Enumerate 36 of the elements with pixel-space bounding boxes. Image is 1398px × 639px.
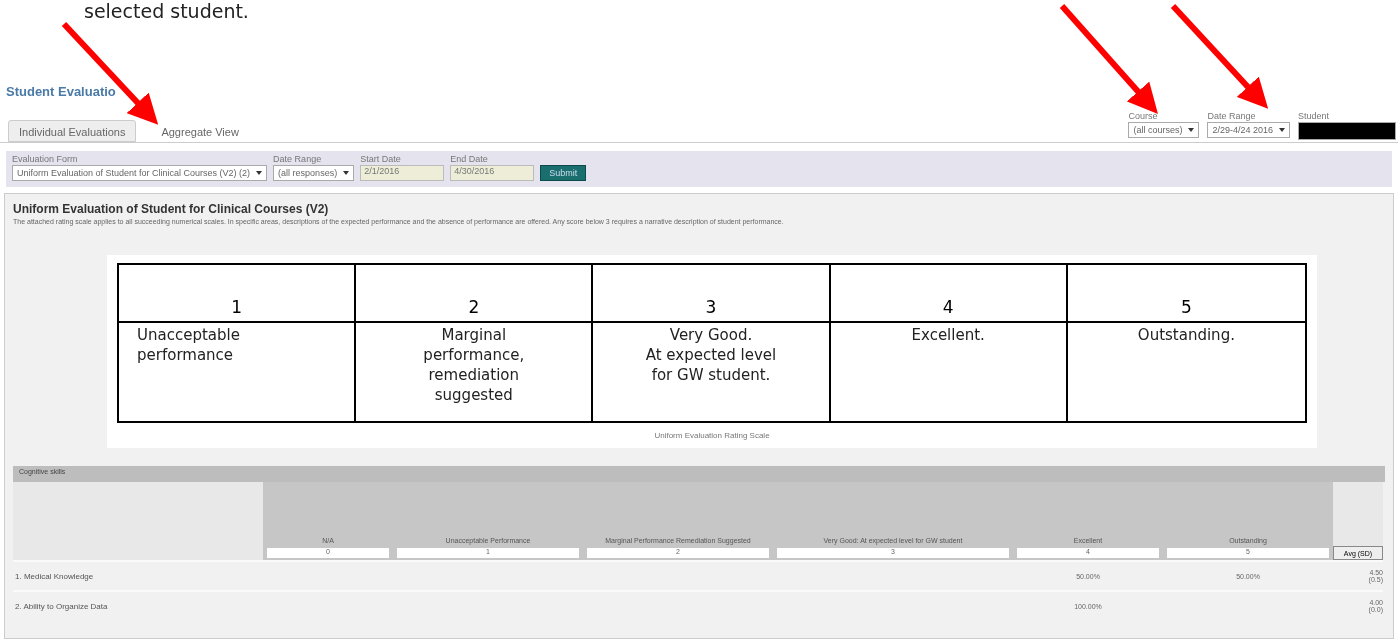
- caret-icon: [256, 171, 263, 175]
- caret-icon: [343, 171, 350, 175]
- dropdown[interactable]: (all courses): [1128, 122, 1200, 138]
- score-description: Unacceptable performance: [136, 325, 241, 366]
- caret-icon: [1279, 128, 1285, 132]
- score-number: 1: [119, 265, 355, 323]
- dropdown[interactable]: Uniform Evaluation of Student for Clinical Courses (V2) (2): [12, 165, 268, 181]
- score-number: 3: [593, 265, 829, 323]
- score-number: 4: [830, 265, 1066, 323]
- score-description: Very Good. At expected level for GW student.: [644, 325, 778, 386]
- field-label: Course: [1128, 111, 1159, 121]
- date-field[interactable]: 4/30/2016: [450, 165, 535, 181]
- row-label: 2. Ability to Organize Data: [13, 590, 263, 620]
- field-label: Date Range: [1207, 111, 1257, 121]
- dropdown[interactable]: 2/29-4/24 2016: [1207, 122, 1290, 138]
- caret-icon: [1188, 128, 1195, 132]
- caption-text: selected student.: [83, 0, 250, 22]
- dropdown[interactable]: (all responses): [273, 165, 355, 181]
- score-description: Outstanding.: [1136, 325, 1236, 346]
- page-title: Student Evaluatio: [5, 84, 116, 101]
- field-label: Student: [1298, 111, 1331, 121]
- scale-caption: Uniform Evaluation Rating Scale: [654, 431, 770, 440]
- submit-button[interactable]: Submit: [540, 165, 587, 181]
- field-label: End Date: [450, 154, 489, 164]
- score-description: Excellent.: [910, 325, 986, 346]
- field-label: Date Range: [273, 154, 323, 164]
- score-description: Marginal performance, remediation suggested: [422, 325, 526, 406]
- redacted-field[interactable]: [1298, 122, 1396, 140]
- field-label: Start Date: [360, 154, 402, 164]
- row-label: 1. Medical Knowledge: [13, 560, 263, 590]
- score-number: 5: [1067, 265, 1305, 323]
- tab[interactable]: Individual Evaluations: [8, 120, 137, 142]
- form-title: Uniform Evaluation of Student for Clinical Courses (V2): [13, 202, 330, 216]
- date-field[interactable]: 2/1/2016: [360, 165, 445, 181]
- score-number: 2: [356, 265, 592, 323]
- field-label: Evaluation Form: [12, 154, 79, 164]
